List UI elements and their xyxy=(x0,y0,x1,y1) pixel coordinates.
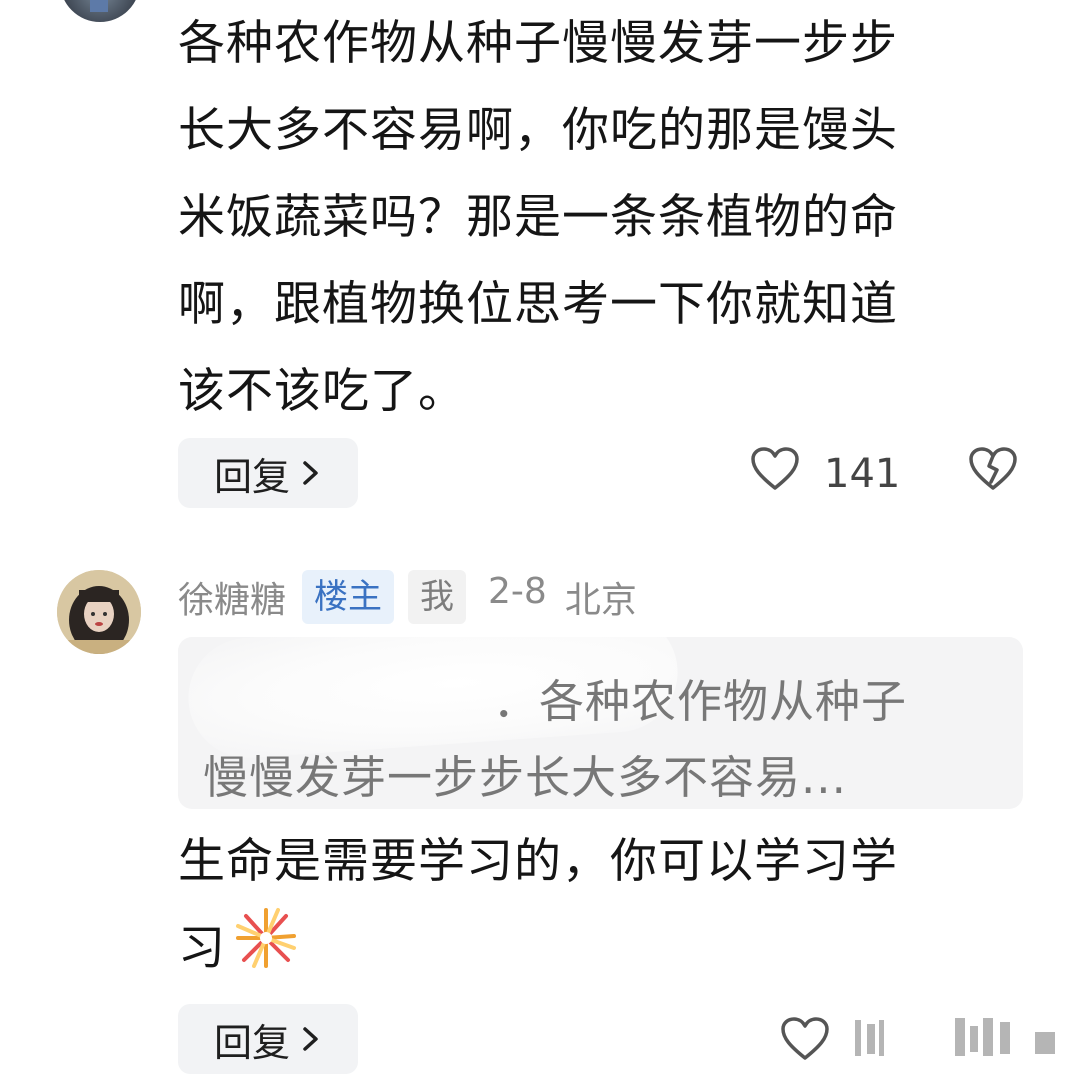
reaction-bar: 141 xyxy=(750,446,1018,502)
comment-location: 北京 xyxy=(564,580,637,621)
comment-line: 各种农作物从种子慢慢发芽一步步 xyxy=(178,16,898,71)
comment-line-text: 习 xyxy=(178,921,226,976)
username[interactable]: 徐糖糖 xyxy=(178,571,286,623)
comment-line: 啊，跟植物换位思考一下你就知道 xyxy=(178,277,898,332)
watermark xyxy=(845,1012,1065,1072)
comment-line: 米饭蔬菜吗？那是一条条植物的命 xyxy=(178,190,898,245)
avatar-image xyxy=(57,570,141,654)
broken-heart-icon[interactable] xyxy=(968,446,1018,502)
avatar-previous-commenter[interactable] xyxy=(60,0,140,22)
reply-button-label: 回复 xyxy=(213,1020,290,1065)
me-badge: 我 xyxy=(408,570,467,624)
avatar-detail xyxy=(90,0,108,12)
chevron-right-icon xyxy=(303,461,318,485)
comment-meta: 徐糖糖 楼主 我 2-8 北京 xyxy=(178,568,637,626)
owner-badge: 楼主 xyxy=(302,570,395,624)
comment-line: 该不该吃了。 xyxy=(178,364,466,419)
comment-line: 习 xyxy=(178,905,998,998)
comment-body: 生命是需要学习的，你可以学习学 习 xyxy=(178,818,998,998)
reaction-bar xyxy=(780,1016,830,1072)
comment-line: 生命是需要学习的，你可以学习学 xyxy=(178,834,898,889)
comment-line: 长大多不容易啊，你吃的那是馒头 xyxy=(178,103,898,158)
quote-line: 慢慢发芽一步步长大多不容易... xyxy=(203,751,847,804)
reply-button-label: 回复 xyxy=(213,454,290,499)
avatar-user[interactable] xyxy=(57,570,141,654)
firework-emoji xyxy=(234,906,298,998)
watermark-logo xyxy=(855,1018,1055,1056)
quote-line: ．各种农作物从种子 xyxy=(493,675,908,728)
comment-date: 2-8 xyxy=(488,571,547,612)
quoted-comment[interactable]: ．各种农作物从种子 慢慢发芽一步步长大多不容易... xyxy=(178,637,1023,809)
like-count: 141 xyxy=(824,451,901,497)
heart-outline-icon[interactable] xyxy=(750,446,800,502)
reply-button[interactable]: 回复 xyxy=(178,438,358,508)
heart-outline-icon[interactable] xyxy=(780,1016,830,1072)
meta-info: 2-8 北京 xyxy=(488,571,637,623)
reply-button[interactable]: 回复 xyxy=(178,1004,358,1074)
chevron-right-icon xyxy=(303,1027,318,1051)
comment-body: 各种农作物从种子慢慢发芽一步步 长大多不容易啊，你吃的那是馒头 米饭蔬菜吗？那是… xyxy=(178,0,998,435)
